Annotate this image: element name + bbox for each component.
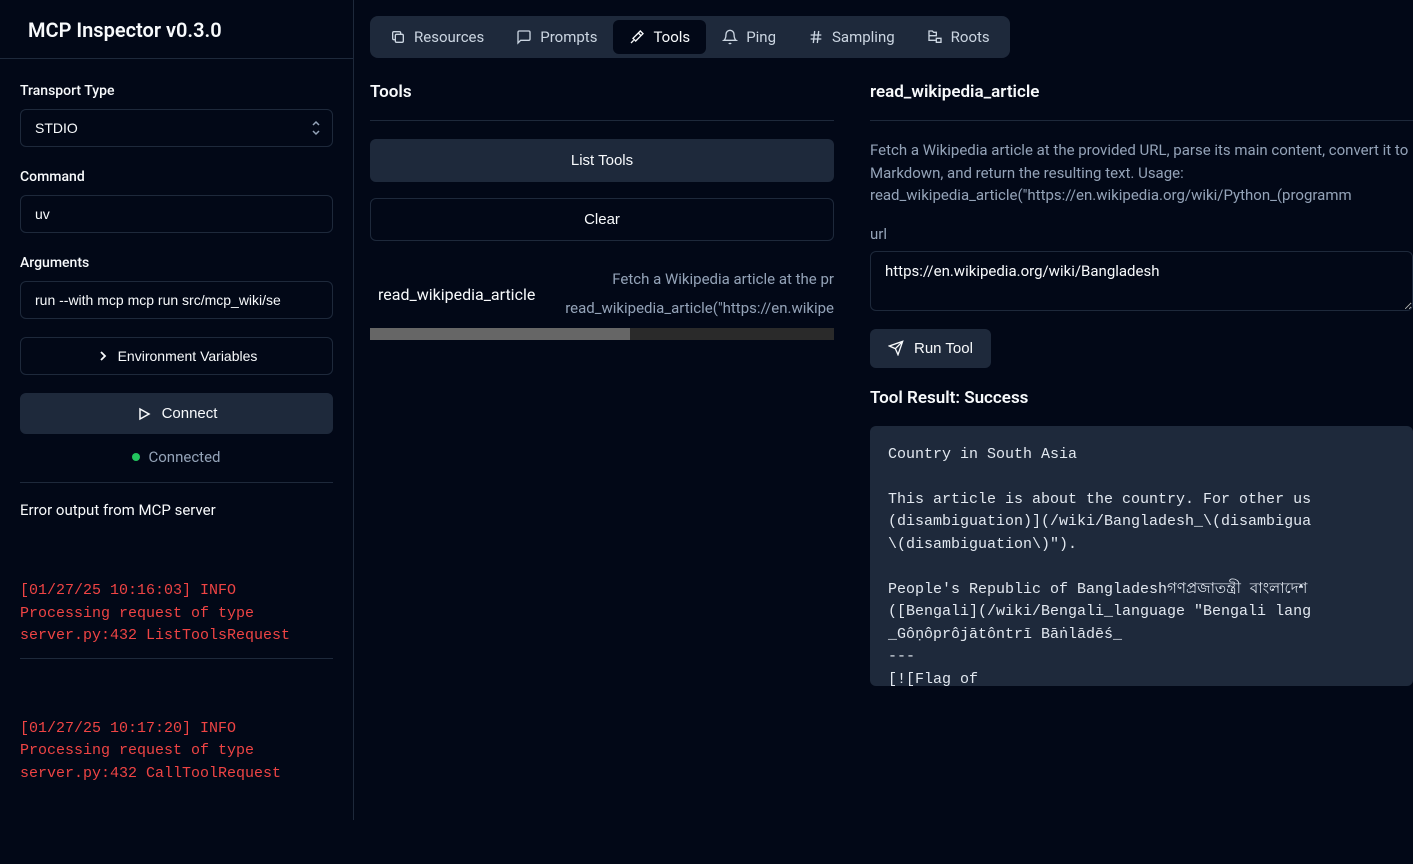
transport-type-select[interactable]: STDIO bbox=[20, 109, 333, 147]
tool-item-name: read_wikipedia_article bbox=[370, 277, 543, 310]
env-vars-label: Environment Variables bbox=[118, 348, 258, 364]
tab-resources[interactable]: Resources bbox=[374, 20, 500, 54]
tool-detail-title: read_wikipedia_article bbox=[870, 82, 1413, 121]
tool-item-desc: Fetch a Wikipedia article at the pr read… bbox=[565, 265, 834, 322]
error-log: [01/27/25 10:16:03] INFO Processing requ… bbox=[20, 535, 333, 854]
tab-ping[interactable]: Ping bbox=[706, 20, 792, 54]
url-input[interactable] bbox=[870, 251, 1413, 311]
arguments-label: Arguments bbox=[20, 255, 333, 271]
hammer-icon bbox=[629, 29, 645, 45]
send-icon bbox=[888, 340, 904, 356]
error-output-label: Error output from MCP server bbox=[20, 501, 333, 519]
tab-tools[interactable]: Tools bbox=[613, 20, 706, 54]
app-title: MCP Inspector v0.3.0 bbox=[0, 0, 353, 59]
sidebar: MCP Inspector v0.3.0 Transport Type STDI… bbox=[0, 0, 354, 820]
connect-label: Connect bbox=[162, 405, 218, 422]
bell-icon bbox=[722, 29, 738, 45]
connect-button[interactable]: Connect bbox=[20, 393, 333, 434]
run-tool-label: Run Tool bbox=[914, 340, 973, 357]
copy-icon bbox=[390, 29, 406, 45]
param-label-url: url bbox=[870, 225, 1413, 243]
result-title: Tool Result: Success bbox=[870, 388, 1413, 408]
command-input[interactable] bbox=[20, 195, 333, 233]
env-vars-button[interactable]: Environment Variables bbox=[20, 337, 333, 375]
log-entry: [01/27/25 10:16:03] INFO Processing requ… bbox=[20, 580, 333, 659]
hash-icon bbox=[808, 29, 824, 45]
run-tool-button[interactable]: Run Tool bbox=[870, 329, 991, 368]
clear-button[interactable]: Clear bbox=[370, 198, 834, 241]
arguments-input[interactable] bbox=[20, 281, 333, 319]
tab-bar: Resources Prompts Tools Ping Sampling Ro… bbox=[370, 16, 1010, 58]
tab-roots[interactable]: Roots bbox=[911, 20, 1006, 54]
tool-list-item[interactable]: read_wikipedia_article Fetch a Wikipedia… bbox=[370, 265, 834, 340]
tab-sampling[interactable]: Sampling bbox=[792, 20, 911, 54]
log-entry: [01/27/25 10:17:20] INFO Processing requ… bbox=[20, 718, 333, 796]
chevron-right-icon bbox=[96, 349, 110, 363]
horizontal-scrollbar[interactable] bbox=[370, 328, 834, 340]
connection-status: Connected bbox=[20, 448, 333, 483]
result-output[interactable]: Country in South Asia This article is ab… bbox=[870, 426, 1413, 686]
play-icon bbox=[136, 406, 152, 422]
list-tools-button[interactable]: List Tools bbox=[370, 139, 834, 182]
tab-prompts[interactable]: Prompts bbox=[500, 20, 613, 54]
transport-type-label: Transport Type bbox=[20, 83, 333, 99]
tool-detail-pane: read_wikipedia_article Fetch a Wikipedia… bbox=[870, 82, 1413, 820]
status-text: Connected bbox=[148, 448, 220, 466]
message-icon bbox=[516, 29, 532, 45]
tools-title: Tools bbox=[370, 82, 834, 121]
main: Resources Prompts Tools Ping Sampling Ro… bbox=[354, 0, 1413, 820]
command-label: Command bbox=[20, 169, 333, 185]
tool-description: Fetch a Wikipedia article at the provide… bbox=[870, 139, 1413, 207]
tools-list-pane: Tools List Tools Clear read_wikipedia_ar… bbox=[370, 82, 870, 820]
status-dot-icon bbox=[132, 453, 140, 461]
folder-tree-icon bbox=[927, 29, 943, 45]
